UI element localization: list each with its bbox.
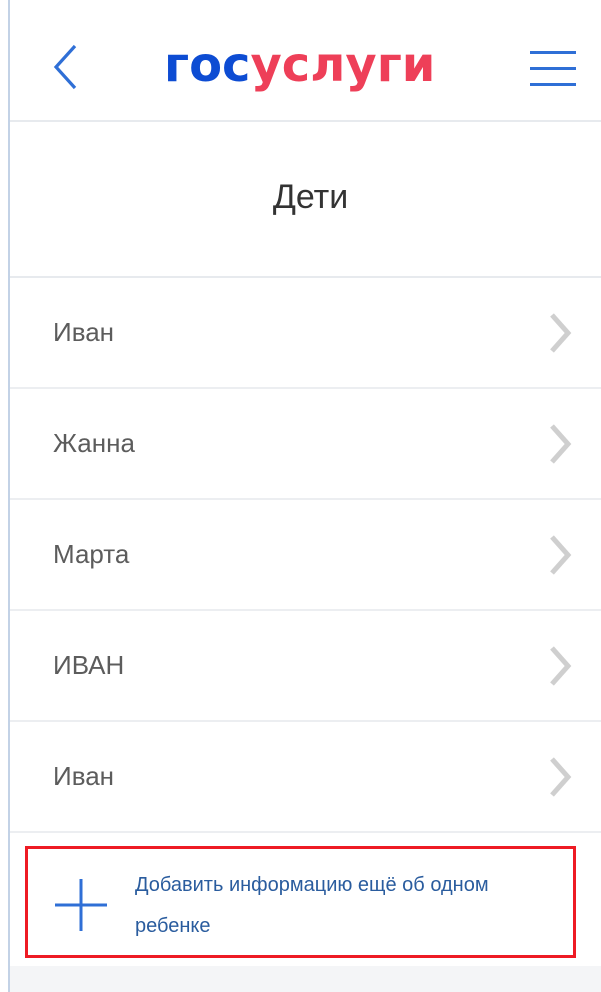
gosuslugi-logo[interactable]: госуслуги bbox=[164, 33, 435, 97]
children-list: Иван Жанна Марта ИВАН Иван bbox=[10, 278, 601, 833]
add-child-label: Добавить информацию ещё об одном ребенке bbox=[135, 874, 489, 937]
title-bar: Дети bbox=[10, 122, 601, 278]
chevron-right-icon bbox=[550, 424, 572, 464]
logo-part-gos: гос bbox=[164, 37, 251, 93]
child-row[interactable]: ИВАН bbox=[10, 611, 601, 722]
child-name: Жанна bbox=[53, 428, 135, 458]
chevron-right-icon bbox=[550, 646, 572, 686]
chevron-right-icon bbox=[550, 535, 572, 575]
child-row[interactable]: Иван bbox=[10, 722, 601, 833]
child-row[interactable]: Иван bbox=[10, 278, 601, 389]
hamburger-menu-icon bbox=[530, 51, 576, 86]
add-child-button[interactable]: Добавить информацию ещё об одном ребенке bbox=[25, 846, 576, 958]
app-screen: госуслуги Дети Иван Жанна Марта ИВАН Ива… bbox=[10, 0, 601, 992]
child-name: Марта bbox=[53, 539, 130, 569]
logo-part-uslugi: услуги bbox=[250, 37, 436, 93]
header: госуслуги bbox=[10, 0, 601, 122]
chevron-right-icon bbox=[550, 757, 572, 797]
back-button[interactable] bbox=[48, 42, 84, 92]
footer-strip bbox=[10, 966, 601, 992]
plus-icon bbox=[55, 879, 107, 931]
child-name: Иван bbox=[53, 317, 115, 347]
child-name: Иван bbox=[53, 761, 115, 791]
page-title: Дети bbox=[272, 177, 349, 216]
chevron-left-icon bbox=[53, 44, 77, 90]
child-row[interactable]: Жанна bbox=[10, 389, 601, 500]
child-row[interactable]: Марта bbox=[10, 500, 601, 611]
menu-button[interactable] bbox=[528, 49, 578, 89]
chevron-right-icon bbox=[550, 313, 572, 353]
child-name: ИВАН bbox=[53, 650, 125, 680]
